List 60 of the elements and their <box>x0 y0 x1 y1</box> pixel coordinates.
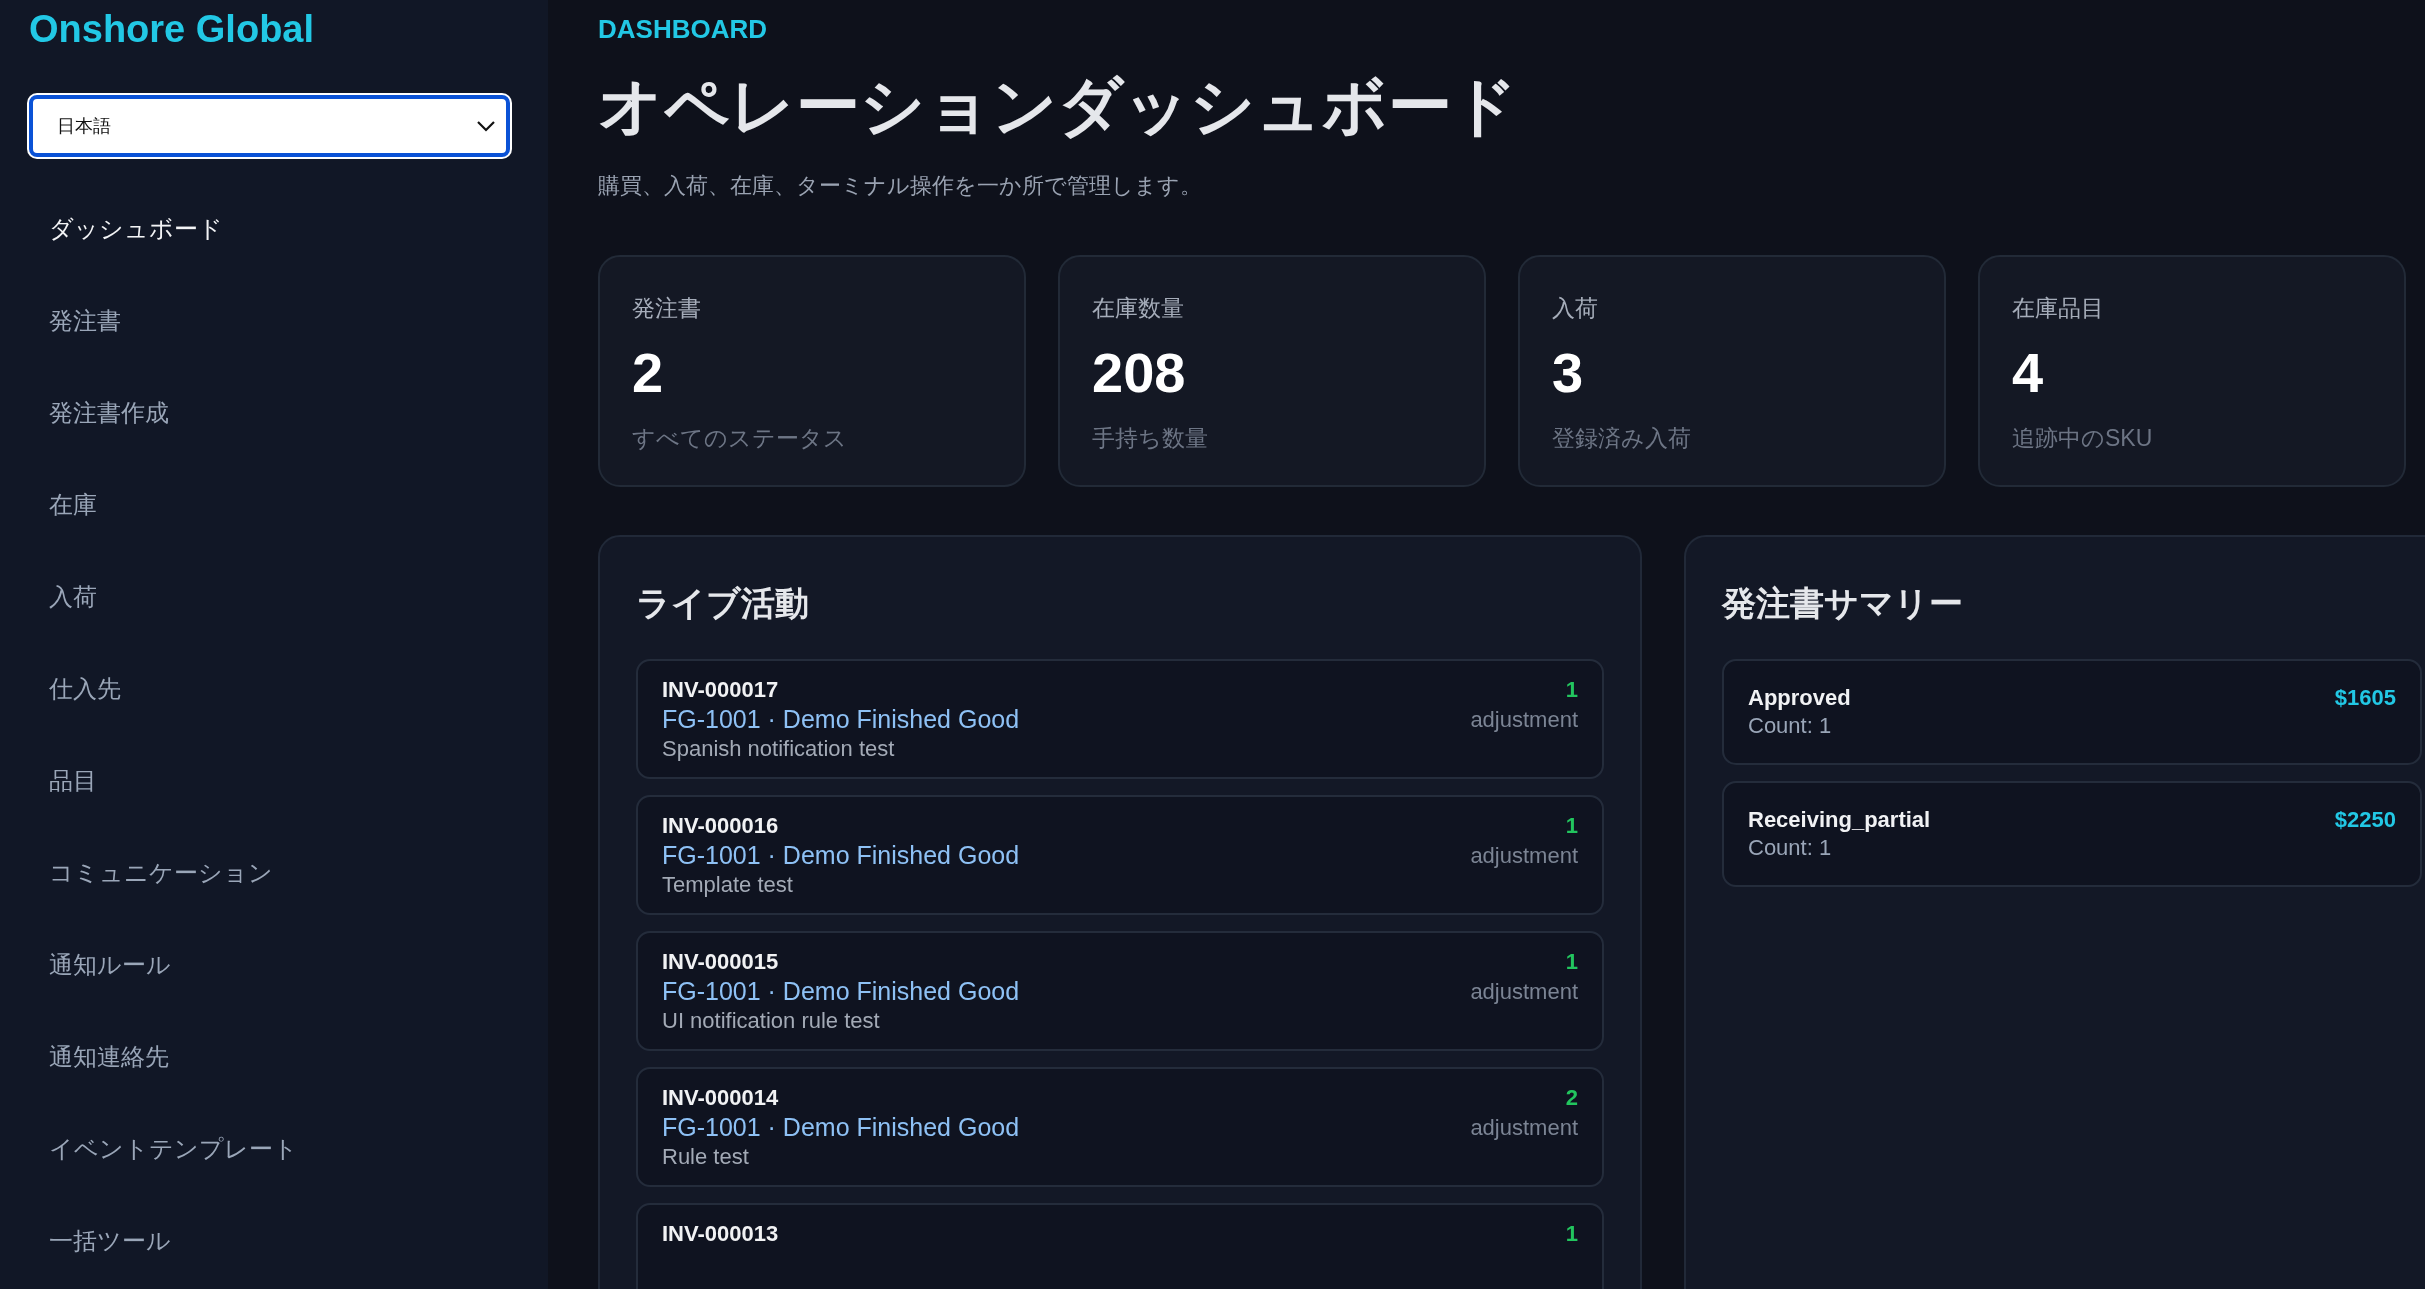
nav-item[interactable]: 一括ツール <box>49 1224 171 1258</box>
stat-note: 登録済み入荷 <box>1552 424 1692 454</box>
nav-item[interactable]: ダッシュボード <box>49 212 223 246</box>
nav-item[interactable]: 発注書 <box>49 304 121 338</box>
activity-type: adjustment <box>1470 1115 1578 1142</box>
activity-quantity: 1 <box>1564 677 1578 704</box>
activity-ref: INV-000014 <box>662 1085 780 1112</box>
status-name: Approved <box>1748 685 1851 712</box>
activity-note: Template test <box>662 872 794 899</box>
stat-label: 入荷 <box>1552 294 1599 324</box>
stat-label: 在庫数量 <box>1092 294 1185 324</box>
nav-item[interactable]: 通知連絡先 <box>49 1040 169 1074</box>
section-label: DASHBOARD <box>598 14 767 45</box>
status-count: Count: 1 <box>1748 713 1833 740</box>
activity-ref: INV-000016 <box>662 813 780 840</box>
nav-item[interactable]: 通知ルール <box>49 948 171 982</box>
nav-item[interactable]: 在庫 <box>49 488 97 522</box>
activity-ref: INV-000015 <box>662 949 780 976</box>
activity-type: adjustment <box>1470 979 1578 1006</box>
activity-ref: INV-000017 <box>662 677 780 704</box>
activity-note: UI notification rule test <box>662 1008 881 1035</box>
stat-note: すべてのステータス <box>632 424 848 454</box>
activity-type: adjustment <box>1470 843 1578 870</box>
stat-note: 追跡中のSKU <box>2012 424 2154 454</box>
stat-value: 208 <box>1092 340 1187 406</box>
page-subtitle: 購買、入荷、在庫、ターミナル操作を一か所で管理します。 <box>598 172 1203 201</box>
activity-quantity: 1 <box>1565 1221 1578 1248</box>
status-name: Receiving_partial <box>1748 807 1931 834</box>
page-title: オペレーションダッシュボード <box>598 71 1519 142</box>
nav-item[interactable]: 発注書作成 <box>49 396 169 430</box>
activity-type: adjustment <box>1470 707 1578 734</box>
status-amount: $1605 <box>2334 685 2396 713</box>
nav-item[interactable]: コミュニケーション <box>49 856 273 890</box>
activity-quantity: 1 <box>1564 949 1578 976</box>
panel-title: ライブ活動 <box>636 583 810 625</box>
activity-quantity: 1 <box>1564 813 1578 840</box>
activity-note: Spanish notification test <box>662 736 896 763</box>
item-link[interactable]: FG-1001 · Demo Finished Good <box>662 841 1020 871</box>
chevron-down-icon <box>476 120 496 132</box>
status-count: Count: 1 <box>1748 835 1833 862</box>
stat-value: 4 <box>2012 340 2045 406</box>
activity-note: Rule test <box>662 1144 750 1171</box>
status-amount: $2250 <box>2334 807 2396 835</box>
activity-ref: INV-000013 <box>662 1221 779 1248</box>
language-select[interactable]: 日本語 <box>29 95 510 157</box>
panel-title: 発注書サマリー <box>1722 583 1964 625</box>
stat-note: 手持ち数量 <box>1092 424 1209 454</box>
item-link[interactable]: FG-1001 · Demo Finished Good <box>662 977 1020 1007</box>
nav-item[interactable]: 仕入先 <box>49 672 121 706</box>
stat-label: 在庫品目 <box>2012 294 2105 324</box>
item-link[interactable]: FG-1001 · Demo Finished Good <box>662 705 1020 735</box>
activity-quantity: 2 <box>1564 1085 1578 1112</box>
nav-item[interactable]: 品目 <box>49 764 97 798</box>
item-link[interactable]: FG-1001 · Demo Finished Good <box>662 1113 1020 1143</box>
nav-item[interactable]: イベントテンプレート <box>49 1132 298 1166</box>
stat-value: 2 <box>632 340 665 406</box>
stat-value: 3 <box>1552 340 1585 406</box>
nav-item[interactable]: 入荷 <box>49 580 97 614</box>
stat-label: 発注書 <box>632 294 702 324</box>
brand-title: Onshore Global <box>29 8 315 51</box>
